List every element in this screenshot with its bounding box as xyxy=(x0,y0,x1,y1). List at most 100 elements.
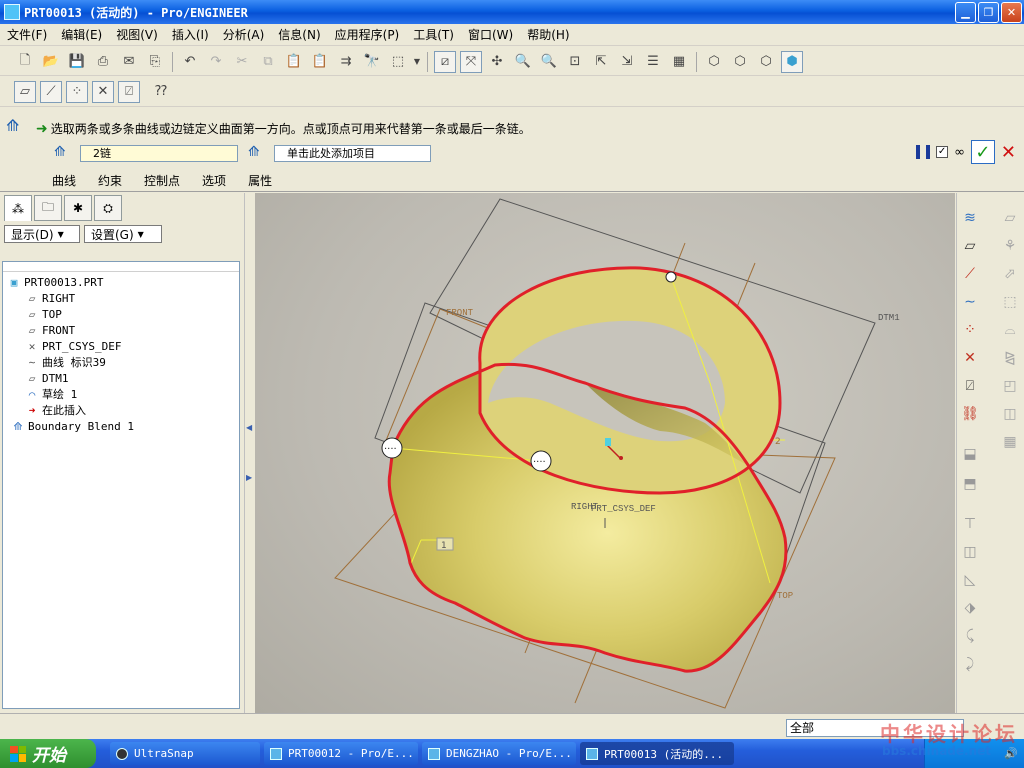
model-viewport[interactable]: ···· ···· 1 2 FRONT DTM1 TOP RIGHT PRT_C… xyxy=(255,193,955,713)
save-icon[interactable]: 💾 xyxy=(66,51,88,73)
collapse-left-icon[interactable]: ◀ xyxy=(246,423,252,432)
datum-point-tool-icon[interactable]: ⁘ xyxy=(959,319,981,341)
copy-icon[interactable]: ⧉ xyxy=(257,51,279,73)
vertex-handle[interactable] xyxy=(665,271,677,283)
tree-item-curve[interactable]: ∼ 曲线 标识39 xyxy=(3,354,239,370)
repaint-icon[interactable]: ⧄ xyxy=(434,50,456,73)
zoom-in-icon[interactable]: 🔍 xyxy=(512,51,534,73)
tab-curves[interactable]: 曲线 xyxy=(52,172,76,189)
pause-icon[interactable] xyxy=(916,145,931,159)
datum-plane-display-icon[interactable]: ▱ xyxy=(14,80,36,103)
sketch-tool-icon[interactable]: ≋ xyxy=(959,207,981,229)
tree-item-front[interactable]: ▱ FRONT xyxy=(3,322,239,338)
analysis-tool-icon[interactable]: ⍁ xyxy=(959,375,981,397)
send-link-icon[interactable]: ⎘ xyxy=(144,51,166,73)
rib-tool-icon[interactable]: ⌓ xyxy=(999,319,1021,341)
draft-tool-icon[interactable]: ⬀ xyxy=(999,263,1021,285)
pattern-tool-icon[interactable]: ◰ xyxy=(999,375,1021,397)
tree-item-csys[interactable]: ✕ PRT_CSYS_DEF xyxy=(3,338,239,354)
panel-splitter[interactable]: ◀ ▶ xyxy=(244,193,254,713)
shading-icon[interactable]: ⬢ xyxy=(781,50,803,73)
model-tree-tab-icon[interactable]: ⁂ xyxy=(4,195,32,221)
blend-tool-icon[interactable]: ◫ xyxy=(959,541,981,563)
extrude-tool-icon[interactable]: ⬓ xyxy=(959,443,981,465)
offset-tool-icon[interactable]: ⤹ xyxy=(959,625,981,647)
settings-dropdown[interactable]: 设置(G) ▼ xyxy=(84,225,162,243)
selection-filter-icon[interactable]: ⬚ xyxy=(387,51,409,73)
menu-info[interactable]: 信息(N) xyxy=(271,26,327,43)
expand-right-icon[interactable]: ▶ xyxy=(246,473,252,482)
tab-options[interactable]: 选项 xyxy=(202,172,226,189)
solidify-tool-icon[interactable]: ⬗ xyxy=(959,597,981,619)
ok-button[interactable]: ✓ xyxy=(970,140,995,164)
grid-tool-icon[interactable]: ▦ xyxy=(999,431,1021,453)
no-hidden-icon[interactable]: ⬡ xyxy=(755,51,777,73)
chain-tool-icon[interactable]: ⛓ xyxy=(959,403,981,425)
graphics-window[interactable]: ···· ···· 1 2 FRONT DTM1 TOP RIGHT PRT_C… xyxy=(255,193,955,713)
datum-point-display-icon[interactable]: ⁘ xyxy=(66,80,88,103)
selection-filter-dropdown[interactable]: 全部 xyxy=(786,719,964,737)
wireframe-icon[interactable]: ⬡ xyxy=(703,51,725,73)
layers-icon[interactable]: ☰ xyxy=(642,51,664,73)
extend-tool-icon[interactable]: ◫ xyxy=(999,403,1021,425)
menu-view[interactable]: 视图(V) xyxy=(109,26,165,43)
menu-tools[interactable]: 工具(T) xyxy=(406,26,461,43)
display-dropdown[interactable]: 显示(D) ▼ xyxy=(4,225,80,243)
folder-browser-tab-icon[interactable]: 🗀 xyxy=(34,195,62,221)
mirror-tool-icon[interactable]: ⧎ xyxy=(999,347,1021,369)
datum-curve-tool-icon[interactable]: ∼ xyxy=(959,291,981,313)
merge-tool-icon[interactable]: ⤸ xyxy=(959,653,981,675)
regenerate-icon[interactable]: ⇉ xyxy=(335,51,357,73)
preview-checkbox[interactable]: ✓ xyxy=(936,146,949,158)
taskbar-item-prt00013[interactable]: PRT00013 (活动的... xyxy=(580,742,734,765)
saved-views-icon[interactable]: ⇲ xyxy=(616,51,638,73)
first-direction-collector[interactable]: 2链 xyxy=(80,145,238,162)
tree-item-insert-here[interactable]: ➜ 在此插入 xyxy=(3,402,239,418)
context-help-icon[interactable]: ⁇ xyxy=(150,81,172,103)
menu-insert[interactable]: 插入(I) xyxy=(165,26,216,43)
taskbar-item-dengzhao[interactable]: DENGZHAO - Pro/E... xyxy=(422,742,576,765)
paste-icon[interactable]: 📋 xyxy=(283,51,305,73)
refit-icon[interactable]: ⊡ xyxy=(564,51,586,73)
orient-mode-icon[interactable]: ✣ xyxy=(486,51,508,73)
thicken-tool-icon[interactable]: ◺ xyxy=(959,569,981,591)
round-tool-icon[interactable]: ⚘ xyxy=(999,235,1021,257)
revolve-tool-icon[interactable]: ⬒ xyxy=(959,473,981,495)
dropdown-arrow-icon[interactable]: ▼ xyxy=(413,51,421,73)
taskbar-item-ultrasnap[interactable]: UltraSnap xyxy=(110,742,260,765)
send-mail-icon[interactable]: ✉ xyxy=(118,51,140,73)
view-manager-icon[interactable]: ▦ xyxy=(668,51,690,73)
spin-center-icon[interactable]: ⤧ xyxy=(460,50,482,73)
csys-tool-icon[interactable]: ✕ xyxy=(959,347,981,369)
open-file-icon[interactable]: 📂 xyxy=(40,51,62,73)
redo-icon[interactable]: ↷ xyxy=(205,51,227,73)
tab-control-points[interactable]: 控制点 xyxy=(144,172,180,189)
csys-display-icon[interactable]: ✕ xyxy=(92,80,114,103)
print-icon[interactable]: ⎙ xyxy=(92,51,114,73)
new-file-icon[interactable]: 🗋 xyxy=(14,51,36,73)
datum-axis-tool-icon[interactable]: ⟋ xyxy=(959,263,981,285)
datum-plane-tool-icon[interactable]: ▱ xyxy=(959,235,981,257)
taskbar-item-prt00012[interactable]: PRT00012 - Pro/E... xyxy=(264,742,418,765)
tab-properties[interactable]: 属性 xyxy=(248,172,272,189)
cut-icon[interactable]: ✂ xyxy=(231,51,253,73)
tree-item-right[interactable]: ▱ RIGHT xyxy=(3,290,239,306)
tree-item-sketch[interactable]: ⌒ 草绘 1 xyxy=(3,386,239,402)
menu-edit[interactable]: 编辑(E) xyxy=(54,26,109,43)
menu-file[interactable]: 文件(F) xyxy=(0,26,54,43)
annotation-display-icon[interactable]: ⍁ xyxy=(118,80,140,103)
tree-item-top[interactable]: ▱ TOP xyxy=(3,306,239,322)
close-window-button[interactable]: ✕ xyxy=(1001,1,1022,23)
zoom-out-icon[interactable]: 🔍 xyxy=(538,51,560,73)
hole-tool-icon[interactable]: ▱ xyxy=(999,207,1021,229)
menu-window[interactable]: 窗口(W) xyxy=(461,26,520,43)
tree-item-boundary-blend[interactable]: ⟰ Boundary Blend 1 xyxy=(3,418,239,434)
find-icon[interactable]: 🔭 xyxy=(361,51,383,73)
favorites-tab-icon[interactable]: ✱ xyxy=(64,195,92,221)
menu-help[interactable]: 帮助(H) xyxy=(520,26,576,43)
cancel-button[interactable]: ✕ xyxy=(1001,142,1016,163)
minimize-button[interactable]: ▁ xyxy=(955,1,976,23)
sweep-tool-icon[interactable]: ⊤ xyxy=(959,513,981,535)
connections-tab-icon[interactable]: ⛭ xyxy=(94,195,122,221)
tab-constraints[interactable]: 约束 xyxy=(98,172,122,189)
